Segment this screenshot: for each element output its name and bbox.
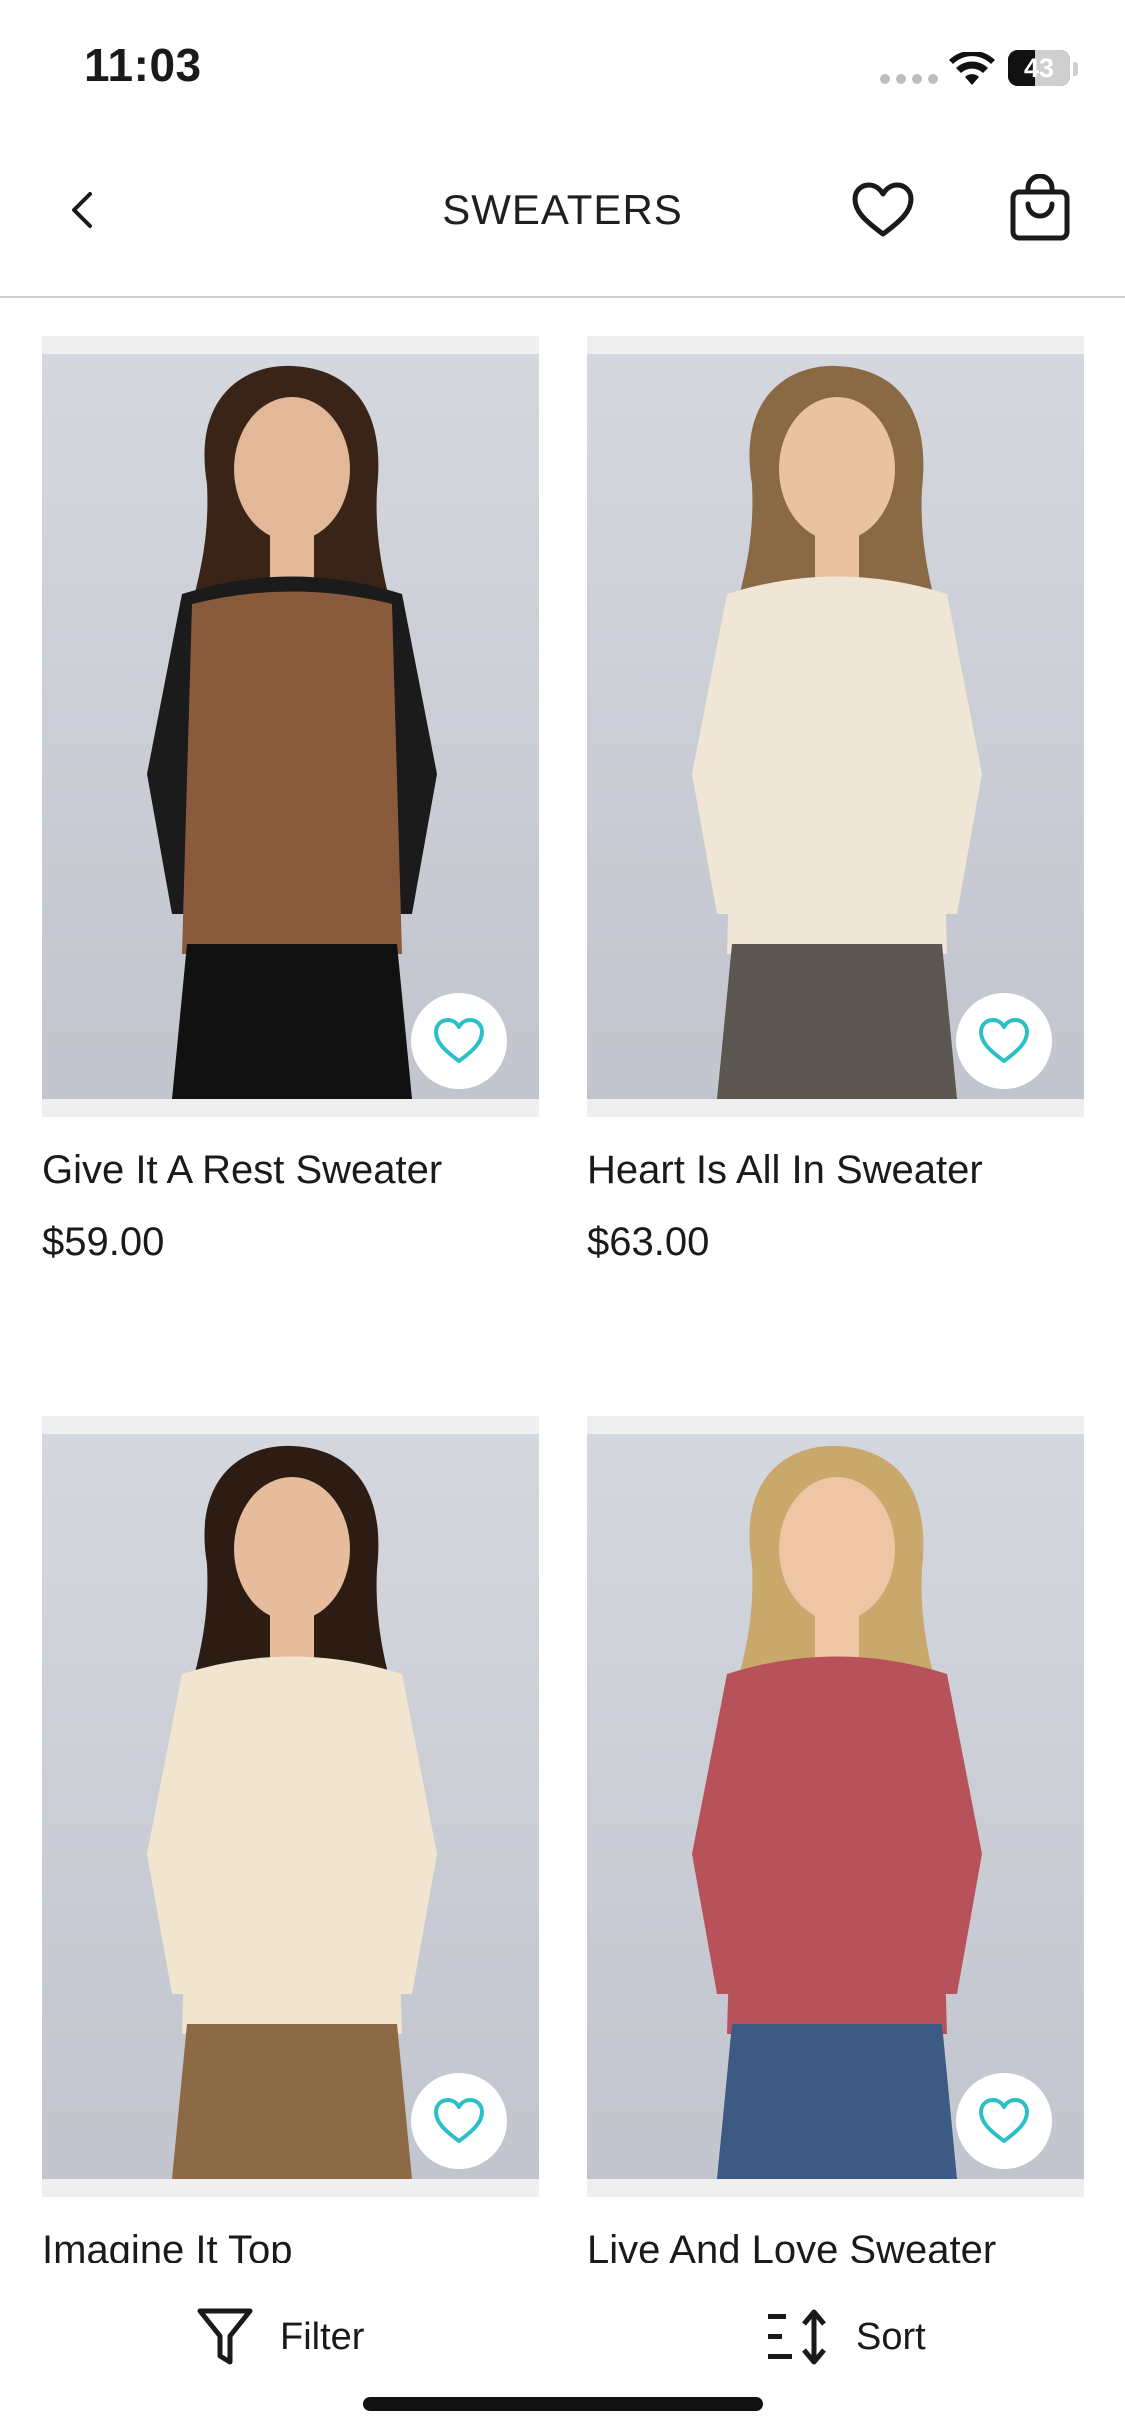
favorite-button[interactable] <box>411 993 507 1089</box>
sort-icon <box>768 2309 826 2365</box>
heart-outline-icon <box>979 1018 1029 1063</box>
favorite-button[interactable] <box>956 2073 1052 2169</box>
product-name[interactable]: Imagine It Top <box>42 2228 293 2263</box>
product-price: $63.00 <box>587 1220 710 1264</box>
favorite-button[interactable] <box>411 2073 507 2169</box>
product-price: $59.00 <box>42 1220 165 1264</box>
product-name[interactable]: Heart Is All In Sweater <box>587 1148 983 1193</box>
wifi-icon <box>949 52 995 85</box>
model-illustration <box>147 1445 437 2179</box>
battery-cap <box>1073 62 1078 76</box>
sort-button[interactable]: Sort <box>766 2305 926 2369</box>
model-illustration <box>692 1445 982 2179</box>
sort-label: Sort <box>856 2315 926 2358</box>
favorite-button[interactable] <box>956 993 1052 1089</box>
battery-icon: 43 <box>1008 50 1070 86</box>
product-name[interactable]: Live And Love Sweater <box>587 2228 996 2263</box>
product-grid: Give It A Rest Sweater $59.00 Heart Is All… <box>0 298 1125 2263</box>
product-photo <box>587 354 1084 1099</box>
product-image[interactable] <box>42 336 539 1117</box>
filter-label: Filter <box>280 2315 365 2358</box>
shopping-bag-icon[interactable] <box>1008 174 1072 242</box>
home-indicator <box>363 2397 763 2411</box>
product-image[interactable] <box>587 1416 1084 2197</box>
heart-outline-icon[interactable] <box>850 180 916 240</box>
product-name[interactable]: Give It A Rest Sweater <box>42 1148 442 1193</box>
model-illustration <box>692 365 982 1099</box>
product-photo <box>42 1434 539 2179</box>
product-photo <box>587 1434 1084 2179</box>
product-image[interactable] <box>42 1416 539 2197</box>
product-photo <box>42 354 539 1099</box>
funnel-icon <box>197 2308 253 2365</box>
heart-outline-icon <box>979 2098 1029 2143</box>
battery-level: 43 <box>1023 53 1055 83</box>
filter-button[interactable]: Filter <box>196 2305 364 2369</box>
model-illustration <box>147 365 437 1099</box>
heart-outline-icon <box>434 2098 484 2143</box>
status-time: 11:03 <box>84 39 202 91</box>
cellular-signal-icon <box>880 74 938 84</box>
nav-header: SWEATERS <box>0 140 1125 298</box>
product-image[interactable] <box>587 336 1084 1117</box>
heart-outline-icon <box>434 1018 484 1063</box>
status-bar: 11:03 43 <box>0 0 1125 140</box>
page-title: SWEATERS <box>442 186 683 233</box>
